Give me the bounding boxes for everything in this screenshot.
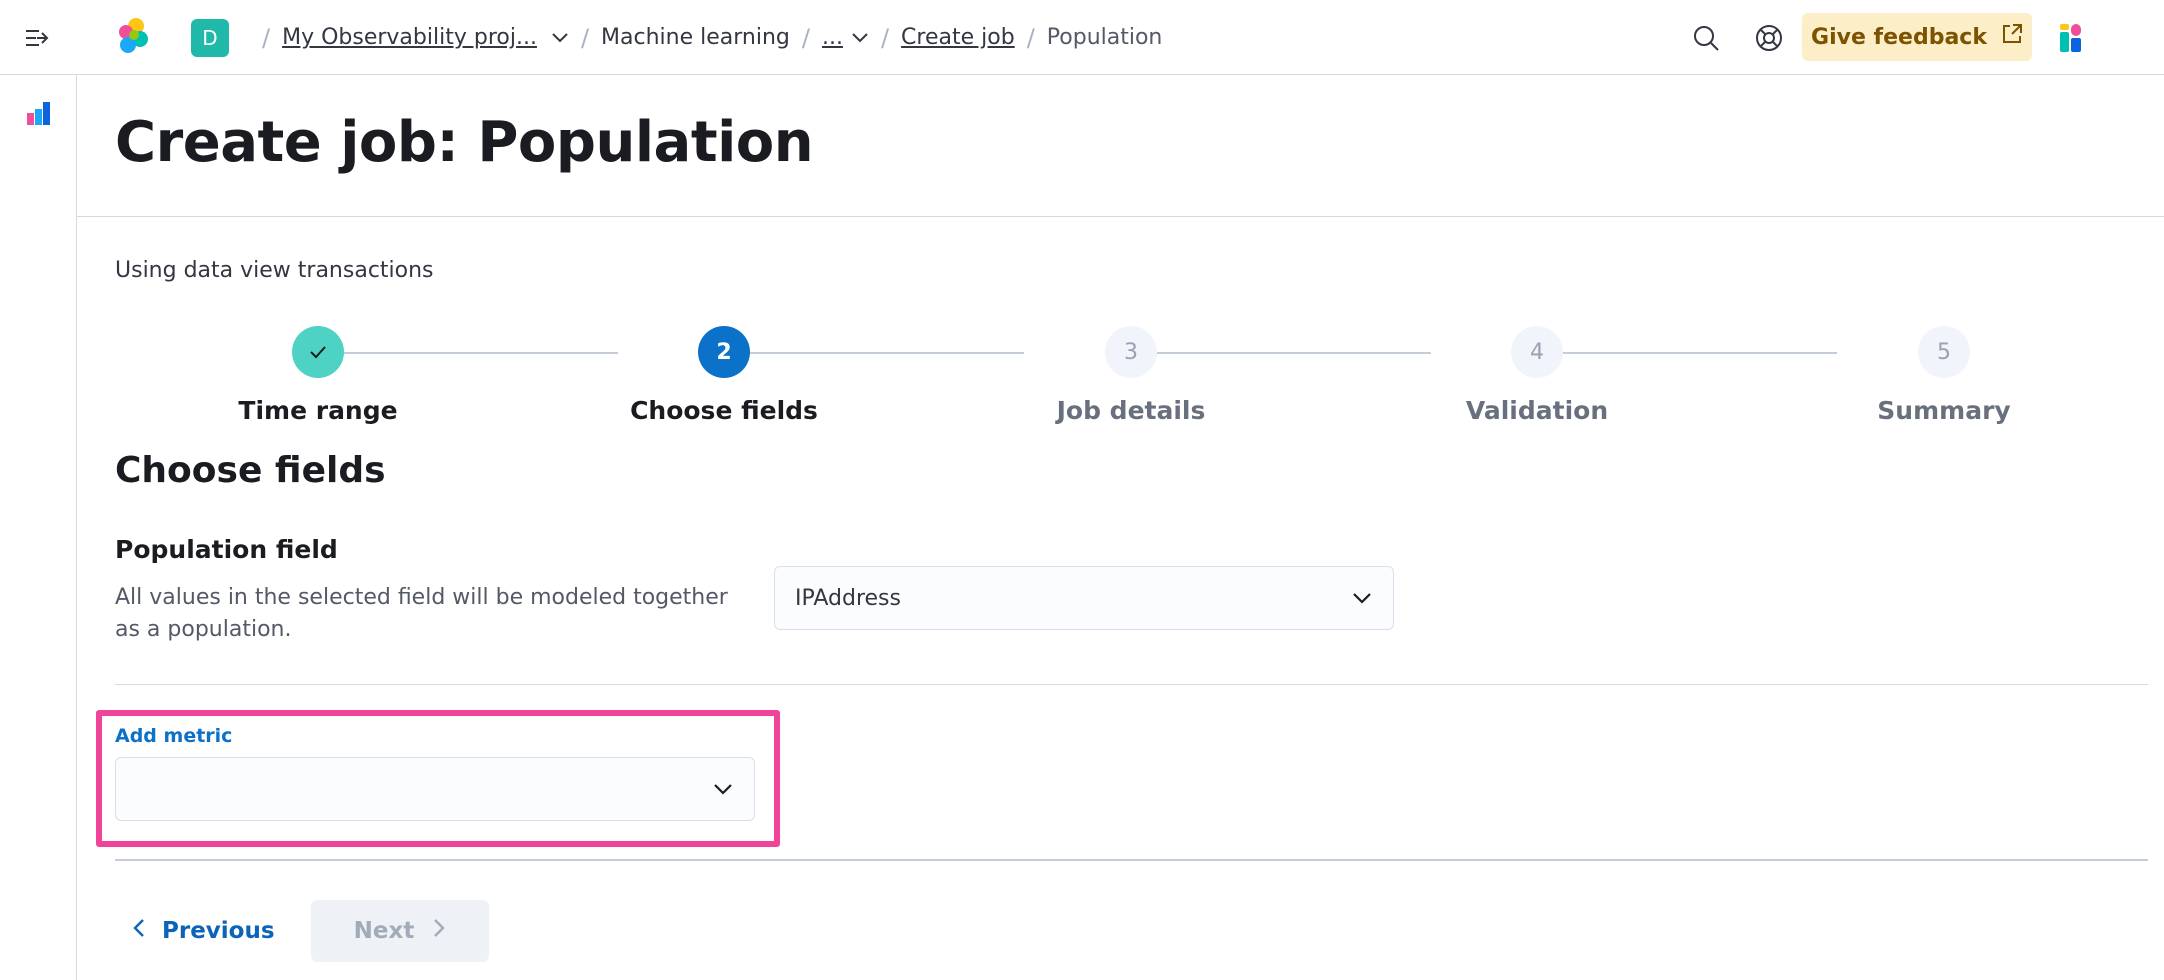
step-label: Job details [1056, 396, 1206, 425]
space-avatar[interactable]: D [191, 19, 229, 57]
step-complete-circle [292, 326, 344, 378]
breadcrumb-separator: / [880, 23, 890, 52]
breadcrumb-separator: / [1026, 23, 1035, 52]
external-link-icon [2001, 23, 2023, 51]
app-logo-icon[interactable] [2058, 22, 2088, 54]
give-feedback-button[interactable]: Give feedback [1802, 13, 2032, 61]
next-button[interactable]: Next [311, 900, 489, 962]
footer-divider [115, 859, 2148, 861]
search-icon[interactable] [1690, 22, 1722, 54]
chevron-left-icon [132, 917, 146, 945]
title-divider [77, 216, 2164, 217]
chevron-down-icon[interactable] [551, 25, 569, 50]
breadcrumb-separator: / [580, 23, 590, 52]
step-summary: 5 Summary [1794, 322, 2094, 425]
add-metric-select[interactable] [115, 757, 755, 821]
next-label: Next [353, 918, 415, 944]
ml-app-icon[interactable] [24, 99, 54, 129]
check-icon [310, 346, 326, 359]
chevron-down-icon [1351, 587, 1373, 615]
step-number: 3 [1105, 326, 1157, 378]
breadcrumb-create-job[interactable]: Create job [901, 25, 1015, 50]
breadcrumb-current: Population [1046, 25, 1163, 50]
population-field-description: All values in the selected field will be… [115, 585, 728, 642]
population-field-title: Population field [115, 535, 338, 564]
previous-label: Previous [162, 918, 275, 944]
step-time-range[interactable]: Time range [168, 322, 468, 425]
breadcrumb-machine-learning[interactable]: Machine learning [601, 25, 790, 50]
population-field-value: IPAddress [795, 585, 901, 611]
step-choose-fields[interactable]: 2 Choose fields [574, 322, 874, 425]
chevron-down-icon[interactable] [851, 25, 869, 50]
section-divider [115, 684, 2148, 685]
population-field-select[interactable]: IPAddress [774, 566, 1394, 630]
chevron-right-icon [432, 917, 446, 945]
step-label: Validation [1465, 396, 1609, 425]
step-validation: 4 Validation [1387, 322, 1687, 425]
step-number: 5 [1918, 326, 1970, 378]
chevron-down-icon [712, 778, 734, 804]
step-label: Time range [238, 396, 398, 425]
help-icon[interactable] [1753, 22, 1785, 54]
menu-toggle-icon[interactable] [22, 22, 54, 54]
job-wizard-stepper: Time range 2 Choose fields 3 Job details… [115, 322, 2145, 432]
add-metric-label: Add metric [115, 725, 233, 747]
page-title: Create job: Population [115, 110, 814, 175]
give-feedback-label: Give feedback [1811, 24, 1987, 50]
elastic-logo-icon[interactable] [114, 16, 154, 56]
breadcrumb: / My Observability proj... / Machine lea… [250, 0, 1162, 75]
step-label: Choose fields [630, 396, 818, 425]
top-header: D / My Observability proj... / Machine l… [0, 0, 2164, 75]
previous-button[interactable]: Previous [120, 900, 287, 962]
breadcrumb-separator: / [262, 23, 271, 52]
step-number: 2 [698, 326, 750, 378]
side-rail [0, 75, 77, 980]
step-job-details: 3 Job details [981, 322, 1281, 425]
section-title: Choose fields [115, 450, 386, 491]
breadcrumb-project[interactable]: My Observability proj... [282, 25, 537, 50]
step-label: Summary [1877, 396, 2011, 425]
breadcrumb-separator: / [801, 23, 810, 52]
data-view-text: Using data view transactions [115, 258, 434, 283]
step-number: 4 [1511, 326, 1563, 378]
breadcrumb-ellipsis[interactable]: ... [822, 25, 843, 50]
